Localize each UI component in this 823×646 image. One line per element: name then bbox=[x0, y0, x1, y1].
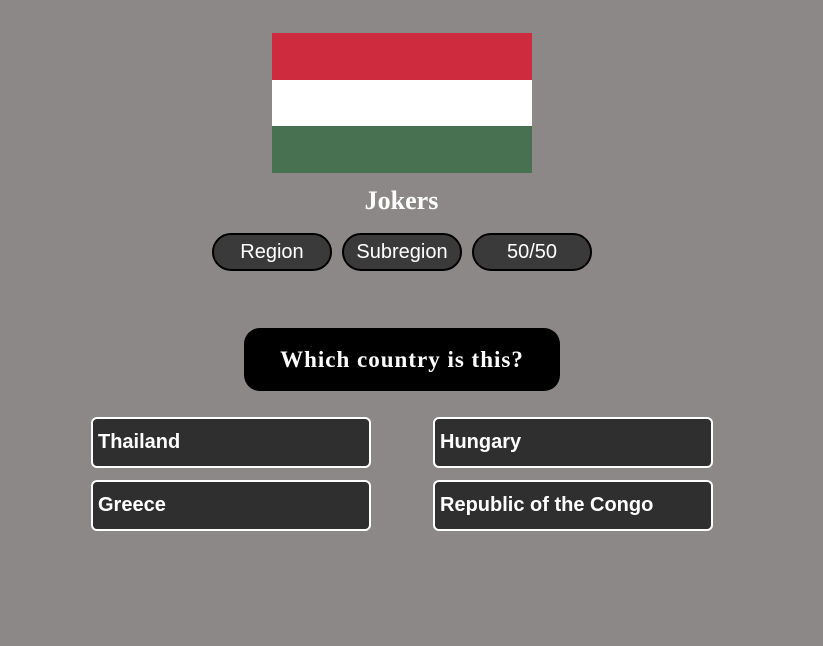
question-prompt: Which country is this? bbox=[244, 328, 560, 391]
region-joker-button[interactable]: Region bbox=[212, 233, 332, 271]
flag-stripe-white bbox=[272, 79, 532, 127]
answer-option-1[interactable]: Thailand bbox=[91, 417, 371, 468]
flag-image bbox=[272, 33, 532, 173]
answer-option-4[interactable]: Republic of the Congo bbox=[433, 480, 713, 531]
subregion-joker-button[interactable]: Subregion bbox=[342, 233, 462, 271]
answer-option-3[interactable]: Greece bbox=[91, 480, 371, 531]
flag-stripe-green bbox=[272, 126, 532, 173]
flag-stripe-red bbox=[272, 33, 532, 80]
jokers-title: Jokers bbox=[364, 186, 439, 215]
answer-option-2[interactable]: Hungary bbox=[433, 417, 713, 468]
fifty-fifty-joker-button[interactable]: 50/50 bbox=[472, 233, 592, 271]
